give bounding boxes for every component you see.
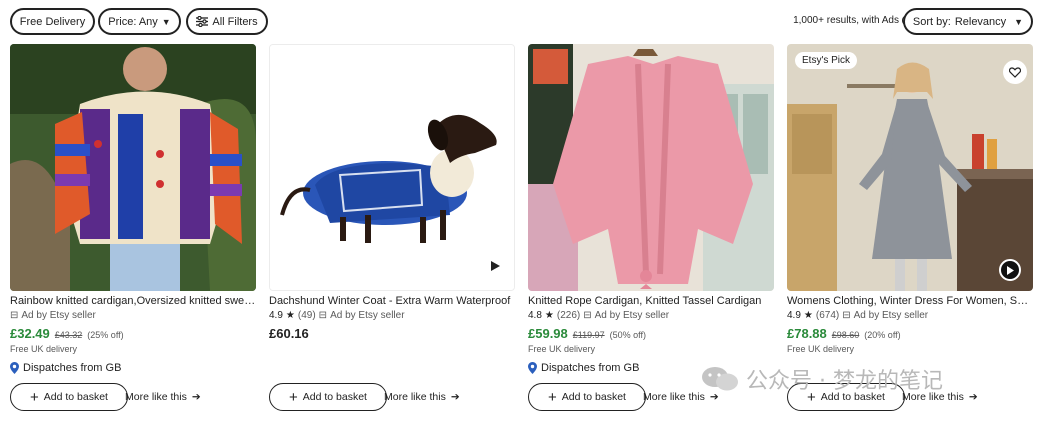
- more-like-this-link[interactable]: More like this ➔: [384, 391, 460, 403]
- sale-price: £32.49: [10, 326, 50, 341]
- sort-dropdown[interactable]: Sort by: Relevancy ▼: [903, 8, 1033, 35]
- product-title[interactable]: Knitted Rope Cardigan, Knitted Tassel Ca…: [528, 295, 774, 307]
- ad-label: Ad by Etsy seller: [21, 310, 96, 321]
- sale-price: £78.88: [787, 326, 827, 341]
- dispatch-info: Dispatches from GB: [528, 362, 639, 374]
- add-to-basket-label: Add to basket: [561, 391, 626, 403]
- price-row: £32.49 £43.32 (25% off): [10, 326, 124, 341]
- filter-bar: Free Delivery Price: Any ▼ All Filters 1…: [10, 8, 1033, 38]
- star-icon: ★: [285, 310, 295, 321]
- results-count: 1,000+ results, with Ads ?: [793, 15, 913, 26]
- ad-label: Ad by Etsy seller: [330, 310, 405, 321]
- original-price: £98.60: [831, 330, 860, 340]
- arrow-right-icon: ➔: [450, 391, 460, 403]
- price-filter-dropdown[interactable]: Price: Any ▼: [98, 8, 181, 35]
- location-pin-icon: [10, 362, 19, 374]
- price-filter-label: Price: Any: [108, 15, 158, 28]
- product-meta: 4.9 ★ (674) ⊟ Ad by Etsy seller: [787, 310, 928, 321]
- dispatch-info: Dispatches from GB: [10, 362, 121, 374]
- filter-sliders-icon: [196, 16, 209, 27]
- product-image[interactable]: [269, 44, 515, 291]
- star-icon: ★: [803, 310, 813, 321]
- discount-label: (50% off): [609, 330, 646, 340]
- review-count: (674): [815, 310, 840, 321]
- arrow-right-icon: ➔: [191, 391, 201, 403]
- product-title[interactable]: Dachshund Winter Coat - Extra Warm Water…: [269, 295, 515, 307]
- add-to-basket-button[interactable]: + Add to basket: [528, 383, 646, 411]
- ad-icon: ⊟: [583, 310, 592, 321]
- add-to-basket-button[interactable]: + Add to basket: [10, 383, 128, 411]
- arrow-right-icon: ➔: [968, 391, 978, 403]
- product-image[interactable]: [10, 44, 256, 291]
- more-like-this-link[interactable]: More like this ➔: [125, 391, 201, 403]
- chevron-down-icon: ▼: [1014, 16, 1024, 27]
- product-meta: ⊟ Ad by Etsy seller: [10, 310, 96, 321]
- product-image[interactable]: [528, 44, 774, 291]
- plus-icon: +: [548, 388, 557, 406]
- discount-label: (20% off): [864, 330, 901, 340]
- product-card[interactable]: Dachshund Winter Coat - Extra Warm Water…: [269, 44, 515, 422]
- add-to-basket-label: Add to basket: [43, 391, 108, 403]
- price-row: £78.88 £98.60 (20% off): [787, 326, 901, 341]
- rating-value: 4.8: [528, 310, 542, 321]
- star-icon: ★: [544, 310, 554, 321]
- ad-icon: ⊟: [842, 310, 851, 321]
- sort-value: Relevancy: [954, 15, 1007, 28]
- review-count: (226): [556, 310, 581, 321]
- dispatch-label: Dispatches from GB: [23, 362, 122, 374]
- favorite-heart-icon[interactable]: [1003, 60, 1027, 84]
- delivery-label: Free UK delivery: [10, 344, 78, 354]
- play-icon[interactable]: [999, 259, 1021, 281]
- dispatch-label: Dispatches from GB: [541, 362, 640, 374]
- rating-value: 4.9: [269, 310, 283, 321]
- product-meta: 4.9 ★ (49) ⊟ Ad by Etsy seller: [269, 310, 405, 321]
- play-icon[interactable]: [490, 258, 500, 276]
- chevron-down-icon: ▼: [161, 16, 171, 27]
- ad-icon: ⊟: [318, 310, 328, 321]
- more-like-this-label: More like this: [643, 391, 705, 403]
- watermark-text: 公众号 · 梦龙的笔记: [746, 369, 943, 394]
- add-to-basket-label: Add to basket: [302, 391, 367, 403]
- more-like-this-label: More like this: [384, 391, 446, 403]
- location-pin-icon: [528, 362, 537, 374]
- product-image[interactable]: Etsy's Pick: [787, 44, 1033, 291]
- ad-label: Ad by Etsy seller: [853, 310, 929, 321]
- rating-value: 4.9: [787, 310, 801, 321]
- review-count: (49): [297, 310, 316, 321]
- free-delivery-label: Free Delivery: [19, 15, 86, 28]
- free-delivery-filter[interactable]: Free Delivery: [10, 8, 95, 35]
- price-row: £59.98 £119.97 (50% off): [528, 326, 646, 341]
- plus-icon: +: [289, 388, 298, 406]
- original-price: £43.32: [54, 330, 83, 340]
- add-to-basket-button[interactable]: + Add to basket: [269, 383, 387, 411]
- all-filters-button[interactable]: All Filters: [186, 8, 268, 35]
- sale-price: £59.98: [528, 326, 568, 341]
- watermark: 公众号 · 梦龙的笔记: [700, 363, 943, 395]
- product-title[interactable]: Womens Clothing, Winter Dress For Women,…: [787, 295, 1033, 307]
- more-like-this-label: More like this: [125, 391, 187, 403]
- product-title[interactable]: Rainbow knitted cardigan,Oversized knitt…: [10, 295, 256, 307]
- results-text: 1,000+ results, with Ads: [793, 15, 899, 26]
- delivery-label: Free UK delivery: [787, 344, 855, 354]
- ad-label: Ad by Etsy seller: [594, 310, 670, 321]
- wechat-icon: [702, 367, 738, 391]
- discount-label: (25% off): [87, 330, 124, 340]
- delivery-label: Free UK delivery: [528, 344, 596, 354]
- all-filters-label: All Filters: [212, 15, 258, 28]
- product-card[interactable]: Rainbow knitted cardigan,Oversized knitt…: [10, 44, 256, 422]
- price-row: £60.16: [269, 326, 309, 341]
- ad-icon: ⊟: [10, 310, 19, 321]
- original-price: £119.97: [572, 330, 605, 340]
- sort-label: Sort by:: [912, 15, 951, 28]
- product-meta: 4.8 ★ (226) ⊟ Ad by Etsy seller: [528, 310, 669, 321]
- plus-icon: +: [30, 388, 39, 406]
- price: £60.16: [269, 326, 309, 341]
- etsys-pick-badge: Etsy's Pick: [795, 52, 858, 69]
